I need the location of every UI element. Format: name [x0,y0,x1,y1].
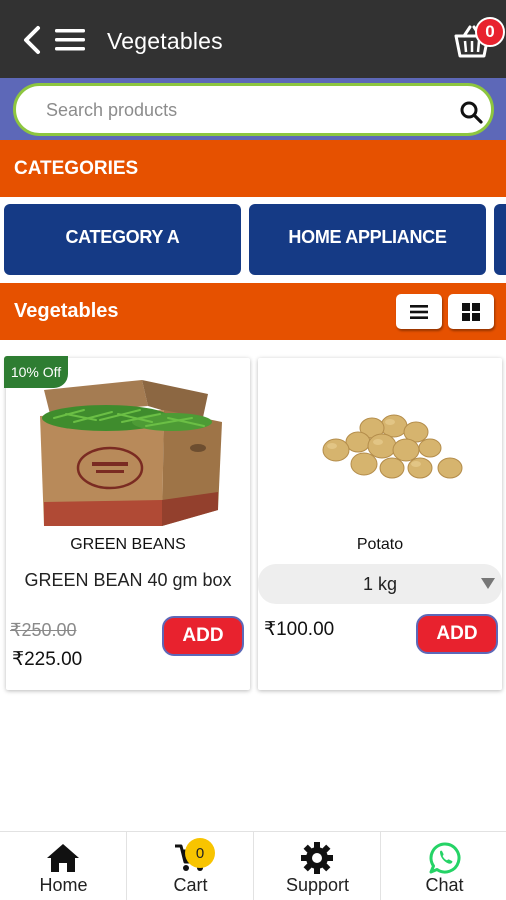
menu-button[interactable] [54,26,86,54]
grid-view-button[interactable] [448,294,494,329]
nav-home[interactable]: Home [0,832,127,900]
nav-support-label: Support [285,875,350,895]
sale-price: ₹225.00 [12,649,83,670]
bottom-navigation: Home Cart Support Chat [0,831,506,900]
back-button[interactable] [18,24,46,56]
category-chip-category-a[interactable]: CATEGORY A [4,204,241,275]
product-card-potato[interactable]: Potato 1 kg ₹100.00 ADD [258,358,502,690]
nav-home-label: Home [39,875,88,895]
category-chip-next[interactable] [494,204,506,275]
dropdown-arrow-icon [481,578,495,589]
nav-support[interactable]: Support [254,832,381,900]
gear-icon [298,841,336,875]
product-card-green-beans[interactable]: 10% Off GREEN BEANS GREEN BEAN 40 gm box… [4,356,250,690]
app-screen: Vegetables 0 CATEGORIES CATEGORY A HOME … [0,0,506,900]
original-price: ₹250.00 [10,620,77,640]
page-title: Vegetables [107,28,223,54]
variant-value: 1 kg [362,574,398,594]
chevron-left-icon [24,26,40,54]
categories-header: CATEGORIES [0,140,506,197]
add-to-cart-button[interactable]: ADD [162,616,244,656]
nav-chat-label: Chat [425,875,464,895]
home-icon [44,841,82,875]
nav-cart-label: Cart [173,875,208,895]
cart-count-badge: 0 [475,17,505,47]
variant-dropdown[interactable]: 1 kg [258,564,502,604]
search-icon[interactable] [459,100,483,124]
search-input[interactable] [46,97,426,123]
section-header: Vegetables [0,283,506,340]
hamburger-menu-icon [55,29,85,51]
product-description: GREEN BEAN 40 gm box [24,570,232,590]
categories-label: CATEGORIES [14,158,139,179]
add-to-cart-button[interactable]: ADD [416,614,498,654]
product-name: GREEN BEANS [70,536,186,553]
top-app-bar: Vegetables 0 [0,0,506,78]
grid-view-icon [462,302,480,321]
discount-badge: 10% Off [4,356,68,388]
product-name: Potato [356,536,404,553]
search-bar[interactable] [13,83,494,136]
category-carousel[interactable]: CATEGORY A HOME APPLIANCE [0,197,506,283]
list-view-icon [410,304,428,319]
category-chip-home-appliance[interactable]: HOME APPLIANCE [249,204,486,275]
whatsapp-icon [426,841,464,875]
green-beans-box-image [40,380,222,526]
list-view-button[interactable] [396,294,442,329]
potatoes-image [322,414,463,479]
section-title: Vegetables [14,300,119,322]
nav-cart-badge: 0 [185,838,215,868]
price: ₹100.00 [264,619,335,640]
nav-chat[interactable]: Chat [381,832,506,900]
